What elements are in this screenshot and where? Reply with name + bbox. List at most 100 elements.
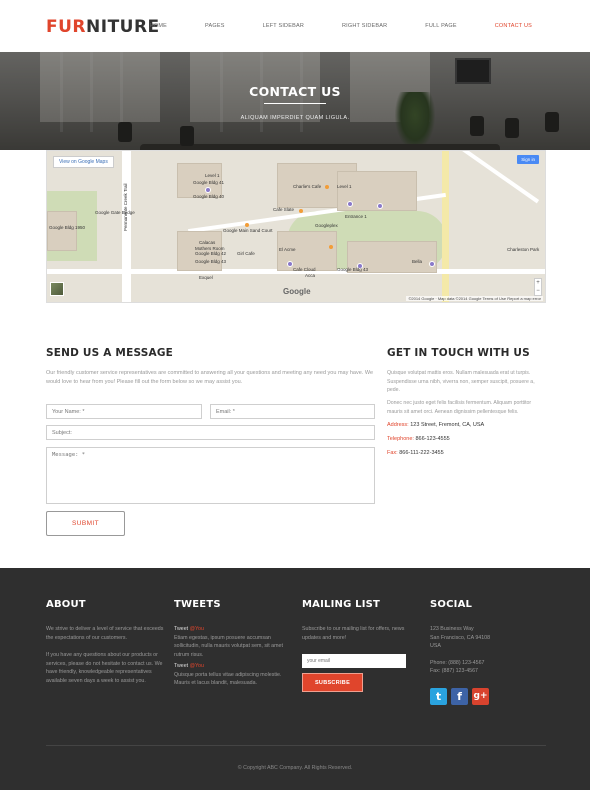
map-sign-in-button[interactable]: Sign in [517, 155, 539, 164]
tweet-text: Etiam egestas, ipsum posuere accumsan so… [174, 634, 283, 658]
map-label: Level 1 [337, 184, 352, 189]
contact-address: Address: 123 Street, Fremont, CA, USA [387, 422, 484, 428]
send-message-intro: Our friendly customer service representa… [46, 370, 374, 385]
page-subtitle: ALIQUAM IMPERDIET QUAM LIGULA. [240, 115, 350, 121]
map-label: Charleston Park [507, 247, 540, 252]
map-label: Calacas [199, 240, 216, 245]
map-label: Cafe Cloud [293, 267, 316, 272]
contact-paragraph: Donec nec justo eget felis facilisis fer… [387, 400, 532, 415]
page-title: CONTACT US [249, 84, 341, 99]
about-text: If you have any questions about our prod… [46, 652, 163, 684]
get-in-touch-heading: GET IN TOUCH WITH US [387, 347, 530, 359]
main-nav: HOME PAGES LEFT SIDEBAR RIGHT SIDEBAR FU… [112, 23, 532, 29]
twitter-icon[interactable]: t [430, 688, 447, 705]
map-label: Google Main Sand Court [223, 228, 273, 233]
map-label: Google Bldg 41 [193, 180, 225, 185]
view-on-google-maps-link[interactable]: View on Google Maps [53, 156, 114, 168]
map-label: Google Gate Bridge [95, 210, 135, 215]
map-poi[interactable] [325, 185, 329, 189]
map-label: Google Bldg 43 [195, 259, 227, 264]
logo-accent: FUR [46, 17, 87, 37]
map-pin[interactable] [347, 201, 353, 207]
map-label: Entrance 1 [345, 214, 367, 219]
map-label: Cafe Slate [273, 207, 295, 212]
mailing-list-text: Subscribe to our mailing list for offers… [302, 626, 405, 641]
map-poi[interactable] [329, 245, 333, 249]
map-label: Google Bldg 42 [195, 251, 227, 256]
map-pin[interactable] [377, 203, 383, 209]
nav-pages[interactable]: PAGES [205, 23, 225, 29]
address-line: 123 Business Way [430, 626, 474, 632]
map-building [47, 211, 77, 251]
zoom-in-button[interactable]: + [535, 279, 541, 287]
tweet-word: Tweet [174, 663, 189, 669]
map-road [442, 151, 449, 302]
google-plus-icon[interactable]: g+ [472, 688, 489, 705]
map-zoom-control: + − [534, 278, 542, 296]
hero-overlay [0, 52, 590, 150]
site-footer: ABOUT We strive to deliver a level of se… [0, 568, 590, 790]
message-field[interactable] [46, 447, 375, 504]
address-line: USA [430, 643, 441, 649]
contact-telephone: Telephone: 866-123-4555 [387, 436, 450, 442]
telephone-value[interactable]: 866-123-4555 [415, 436, 449, 442]
name-field[interactable] [46, 404, 202, 419]
address-value: 123 Street, Fremont, CA, USA [410, 422, 485, 428]
map-label: Google Bldg 40 [193, 194, 225, 199]
nav-right-sidebar[interactable]: RIGHT SIDEBAR [342, 23, 387, 29]
footer-divider [46, 745, 546, 746]
map-label: Google Bldg 43 [337, 267, 369, 272]
tweet-item: Tweet @You Etiam egestas, ipsum posuere … [174, 625, 286, 659]
fax-value: 866-111-222-3455 [399, 450, 444, 456]
map-label: Charlie's Cafe [293, 184, 322, 189]
map-pin[interactable] [429, 261, 435, 267]
tweet-item: Tweet @You Quisque porta tellus vitae ad… [174, 662, 286, 688]
mailing-list-heading: MAILING LIST [302, 599, 381, 610]
about-heading: ABOUT [46, 599, 86, 610]
subscribe-button[interactable]: SUBSCRIBE [302, 673, 363, 692]
map-label: Permanente Creek Trail [123, 183, 128, 231]
map-label: Bella [412, 259, 423, 264]
contact-fax: Fax: 866-111-222-3455 [387, 450, 444, 456]
map-poi[interactable] [299, 209, 303, 213]
map-label: Girl Cafe [237, 251, 255, 256]
tweet-text: Quisque porta tellus vitae adipiscing mo… [174, 671, 282, 687]
map-label: Googleplex [315, 223, 338, 228]
telephone-label: Telephone: [387, 436, 414, 442]
map-poi[interactable] [245, 223, 249, 227]
tweet-word: Tweet [174, 626, 189, 632]
tweets-heading: TWEETS [174, 599, 221, 610]
map-label: Google Bldg 1950 [49, 225, 86, 230]
nav-home[interactable]: HOME [150, 23, 167, 29]
address-label: Address: [387, 422, 409, 428]
about-text: We strive to deliver a level of service … [46, 626, 164, 641]
address-line: San Francisco, CA 94108 [430, 634, 491, 641]
map-pin[interactable] [205, 187, 211, 193]
newsletter-email-input[interactable] [302, 654, 406, 668]
map-attribution[interactable]: ©2014 Google · Map data ©2014 Google Ter… [406, 296, 543, 301]
zoom-out-button[interactable]: − [535, 287, 541, 295]
social-heading: SOCIAL [430, 599, 473, 610]
nav-contact-us[interactable]: CONTACT US [495, 23, 532, 29]
satellite-toggle[interactable] [50, 282, 64, 296]
nav-full-page[interactable]: FULL PAGE [425, 23, 456, 29]
google-map-logo: Google [283, 287, 311, 296]
tweet-handle-link[interactable]: @You [190, 663, 204, 669]
social-address: 123 Business Way San Francisco, CA 94108… [430, 625, 545, 676]
hero-banner: CONTACT US ALIQUAM IMPERDIET QUAM LIGULA… [0, 52, 590, 150]
send-message-heading: SEND US A MESSAGE [46, 347, 174, 359]
submit-button[interactable]: SUBMIT [46, 511, 125, 536]
map-label: Exquel [199, 275, 213, 280]
facebook-icon[interactable]: f [451, 688, 468, 705]
google-map[interactable]: Level 1 Google Bldg 41 Charlie's Cafe Le… [46, 150, 546, 303]
subject-field[interactable] [46, 425, 375, 440]
map-label: Mothers Room [195, 246, 225, 251]
map-label: El Acme [279, 247, 296, 252]
footer-phone: Phone: (888) 123-4567 [430, 659, 485, 666]
nav-left-sidebar[interactable]: LEFT SIDEBAR [263, 23, 304, 29]
address-spacer [430, 651, 545, 659]
email-field[interactable] [210, 404, 375, 419]
contact-paragraph: Quisque volutpat mattis eros. Nullam mal… [387, 370, 535, 393]
site-header: FURNITURE HOME PAGES LEFT SIDEBAR RIGHT … [0, 0, 590, 52]
tweet-handle-link[interactable]: @You [190, 626, 204, 632]
